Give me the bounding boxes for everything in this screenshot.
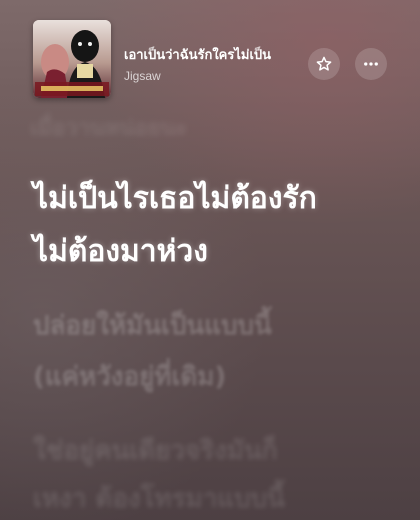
upcoming-lyric-line[interactable]: ปล่อยให้มันเป็นแบบนี้ xyxy=(33,305,272,346)
star-icon xyxy=(316,56,332,71)
album-artwork[interactable] xyxy=(33,20,111,98)
upcoming-lyric-line[interactable]: เหงา ต้องโทรมาแบบนี้ xyxy=(33,478,285,519)
current-lyric-line[interactable]: ไม่เป็นไรเธอไม่ต้องรัก xyxy=(33,175,317,222)
song-title[interactable]: เอาเป็นว่าฉันรักใครไม่เป็น xyxy=(124,44,300,65)
now-playing-header: เอาเป็นว่าฉันรักใครไม่เป็น Jigsaw xyxy=(0,0,420,110)
album-artwork-image xyxy=(33,20,111,98)
favorite-button[interactable] xyxy=(308,48,340,80)
more-icon xyxy=(364,62,378,66)
upcoming-lyric-line[interactable]: ใช่อยู่คนเดียวจริงมันก็ xyxy=(33,430,278,471)
current-lyric-line[interactable]: ไม่ต้องมาห่วง xyxy=(33,228,208,275)
more-options-button[interactable] xyxy=(355,48,387,80)
previous-lyric-line[interactable]: เมื่อวานหน่อยนะ xyxy=(30,110,187,145)
artist-name[interactable]: Jigsaw xyxy=(124,69,161,83)
upcoming-lyric-line[interactable]: (แค่หวังอยู่ที่เดิม) xyxy=(33,356,226,397)
